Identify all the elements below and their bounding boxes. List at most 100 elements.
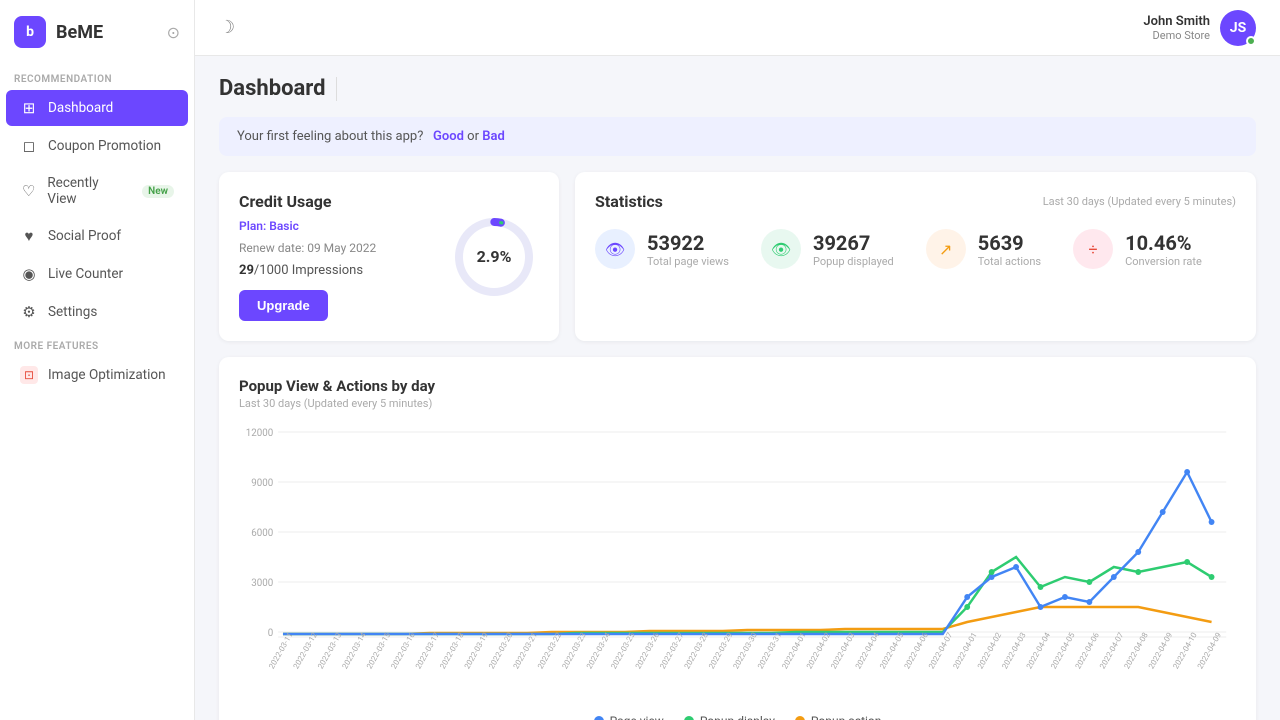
svg-text:12000: 12000 <box>246 428 273 439</box>
live-counter-icon: ◉ <box>20 265 38 283</box>
page-title: Dashboard <box>219 76 326 101</box>
svg-text:2022-03-25: 2022-03-25 <box>609 630 637 670</box>
statistics-card: Statistics Last 30 days (Updated every 5… <box>575 172 1256 341</box>
plan-value: Basic <box>269 219 299 233</box>
svg-text:2022-04-04: 2022-04-04 <box>1025 630 1053 670</box>
user-store: Demo Store <box>1143 29 1210 42</box>
page-view-legend-dot <box>594 716 604 720</box>
stat-conversion: ÷ 10.46% Conversion rate <box>1073 229 1202 269</box>
svg-text:2022-03-16: 2022-03-16 <box>389 630 417 670</box>
credit-title: Credit Usage <box>239 192 539 211</box>
good-link[interactable]: Good <box>433 129 464 144</box>
sidebar-item-live-counter[interactable]: ◉ Live Counter <box>6 256 188 292</box>
sidebar-item-settings-label: Settings <box>48 304 97 320</box>
total-actions-icon: ↗ <box>926 229 966 269</box>
svg-text:2022-03-14: 2022-03-14 <box>340 630 368 670</box>
chart-svg: 12000 9000 6000 3000 0 <box>239 422 1236 702</box>
svg-text:2022-04-07: 2022-04-07 <box>927 630 955 670</box>
chart-subtitle: Last 30 days (Updated every 5 minutes) <box>239 397 1236 410</box>
page-view-legend-label: Page view <box>610 714 664 720</box>
svg-text:2022-03-26: 2022-03-26 <box>634 630 662 670</box>
sidebar-item-recently-view-label: Recently View <box>47 175 128 207</box>
svg-text:2022-04-02: 2022-04-02 <box>976 630 1004 670</box>
page-views-value: 53922 <box>647 231 729 255</box>
popup-displayed-value: 39267 <box>813 231 894 255</box>
sidebar-item-live-counter-label: Live Counter <box>48 266 123 282</box>
main-area: ☽ John Smith Demo Store JS Dashboard You… <box>195 0 1280 720</box>
page-views-label: Total page views <box>647 255 729 268</box>
stats-update: Last 30 days (Updated every 5 minutes) <box>1043 195 1236 208</box>
logo-area: b BeME ⊙ <box>0 0 194 64</box>
svg-text:2022-03-17: 2022-03-17 <box>414 630 442 670</box>
svg-text:2022-03-22: 2022-03-22 <box>536 630 564 670</box>
conversion-value: 10.46% <box>1125 231 1202 255</box>
popup-action-legend-dot <box>795 716 805 720</box>
impressions-label: Impressions <box>292 263 363 278</box>
sidebar-item-image-optimization[interactable]: ⊡ Image Optimization <box>6 357 188 393</box>
recently-view-icon: ♡ <box>20 182 37 200</box>
credit-usage-card: Credit Usage Plan: Basic Renew date: 09 … <box>219 172 559 341</box>
feedback-banner: Your first feeling about this app? Good … <box>219 117 1256 156</box>
svg-text:2022-04-05: 2022-04-05 <box>1049 630 1077 670</box>
chart-card: Popup View & Actions by day Last 30 days… <box>219 357 1256 720</box>
popup-display-legend-label: Popup display <box>700 714 775 720</box>
sidebar-item-social-proof[interactable]: ♥ Social Proof <box>6 218 188 254</box>
legend-popup-action: Popup action <box>795 714 882 720</box>
svg-text:2022-03-27: 2022-03-27 <box>658 630 686 670</box>
sidebar-item-coupon-label: Coupon Promotion <box>48 138 161 154</box>
new-badge: New <box>142 185 174 198</box>
chart-legend: Page view Popup display Popup action <box>239 714 1236 720</box>
header-divider <box>336 77 337 101</box>
credit-donut-chart: 2.9% <box>449 212 539 302</box>
avatar-initials: JS <box>1230 20 1246 36</box>
chart-title: Popup View & Actions by day <box>239 377 1236 395</box>
recommendation-section-label: RECOMMENDATION <box>0 64 194 89</box>
image-optimization-icon: ⊡ <box>20 366 38 384</box>
stat-total-actions: ↗ 5639 Total actions <box>926 229 1041 269</box>
settings-icon: ⚙ <box>20 303 38 321</box>
sidebar-item-dashboard[interactable]: ⊞ Dashboard <box>6 90 188 126</box>
conversion-label: Conversion rate <box>1125 255 1202 268</box>
popup-displayed-label: Popup displayed <box>813 255 894 268</box>
stats-items: 👁 53922 Total page views 👁 39267 Popup d… <box>595 229 1236 269</box>
banner-text: Your first feeling about this app? <box>237 129 423 144</box>
sidebar-item-coupon[interactable]: ◻ Coupon Promotion <box>6 128 188 164</box>
dashboard-icon: ⊞ <box>20 99 38 117</box>
total-actions-value: 5639 <box>978 231 1041 255</box>
svg-text:2022-04-07: 2022-04-07 <box>1098 630 1126 670</box>
svg-text:2022-04-05: 2022-04-05 <box>878 630 906 670</box>
svg-text:2022-04-06: 2022-04-06 <box>902 630 930 670</box>
donut-percentage: 2.9% <box>477 247 512 266</box>
stats-title: Statistics <box>595 192 663 211</box>
svg-text:2022-03-18: 2022-03-18 <box>438 630 466 670</box>
gear-icon[interactable]: ⊙ <box>167 23 180 42</box>
social-proof-icon: ♥ <box>20 227 38 245</box>
svg-text:2022-03-12: 2022-03-12 <box>292 630 320 670</box>
page-views-icon: 👁 <box>595 229 635 269</box>
app-name: BeME <box>56 22 103 43</box>
svg-text:0: 0 <box>268 628 273 639</box>
svg-text:2022-03-28: 2022-03-28 <box>683 630 711 670</box>
upgrade-button[interactable]: Upgrade <box>239 290 328 321</box>
sidebar: b BeME ⊙ RECOMMENDATION ⊞ Dashboard ◻ Co… <box>0 0 195 720</box>
sidebar-item-dashboard-label: Dashboard <box>48 100 113 116</box>
dark-mode-toggle[interactable]: ☽ <box>219 17 235 38</box>
stat-popup-displayed: 👁 39267 Popup displayed <box>761 229 894 269</box>
bad-link[interactable]: Bad <box>482 129 505 144</box>
svg-text:2022-03-24: 2022-03-24 <box>585 630 613 670</box>
online-indicator <box>1246 36 1256 46</box>
sidebar-item-settings[interactable]: ⚙ Settings <box>6 294 188 330</box>
svg-text:2022-03-15: 2022-03-15 <box>365 630 393 670</box>
sidebar-item-social-proof-label: Social Proof <box>48 228 121 244</box>
user-details: John Smith Demo Store <box>1143 14 1210 42</box>
stat-page-views: 👁 53922 Total page views <box>595 229 729 269</box>
chart-area: 12000 9000 6000 3000 0 <box>239 422 1236 720</box>
sidebar-item-recently-view[interactable]: ♡ Recently View New <box>6 166 188 216</box>
conversion-icon: ÷ <box>1073 229 1113 269</box>
page-header: Dashboard <box>219 76 1256 101</box>
sidebar-item-image-optimization-label: Image Optimization <box>48 367 166 383</box>
avatar[interactable]: JS <box>1220 10 1256 46</box>
svg-text:6000: 6000 <box>251 528 273 539</box>
svg-text:2022-04-06: 2022-04-06 <box>1074 630 1102 670</box>
legend-page-view: Page view <box>594 714 664 720</box>
